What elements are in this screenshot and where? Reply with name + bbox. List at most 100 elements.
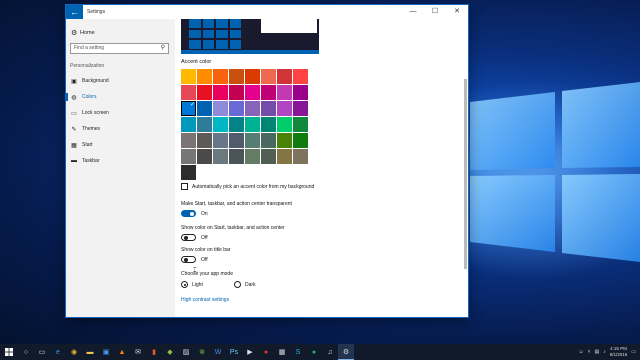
home-link[interactable]: ⚙ Home — [71, 29, 95, 37]
color-swatch[interactable] — [293, 69, 308, 84]
color-swatch[interactable] — [245, 149, 260, 164]
color-swatch[interactable] — [181, 165, 196, 180]
scrollbar[interactable] — [464, 23, 467, 313]
people-icon[interactable]: ☺ — [578, 349, 583, 355]
color-swatch[interactable] — [213, 69, 228, 84]
game-icon[interactable]: ◆ — [162, 344, 178, 360]
color-swatch[interactable] — [213, 117, 228, 132]
color-swatch[interactable] — [293, 117, 308, 132]
sidebar-item-taskbar[interactable]: ▬ Taskbar — [66, 154, 175, 168]
cortana-icon[interactable]: ○ — [18, 344, 34, 360]
notifications-icon[interactable]: ▭ — [631, 349, 636, 355]
color-swatch[interactable] — [197, 85, 212, 100]
color-swatch[interactable] — [197, 101, 212, 116]
color-swatch[interactable] — [197, 133, 212, 148]
sidebar-item-themes[interactable]: ✎ Themes — [66, 122, 175, 136]
chevron-up-icon[interactable]: ˄ — [588, 349, 591, 355]
search-input[interactable]: Find a setting ⚲ — [70, 43, 169, 54]
color-swatch[interactable] — [277, 69, 292, 84]
color-swatch[interactable] — [245, 117, 260, 132]
sidebar-item-colors[interactable]: ◍ Colors — [66, 90, 175, 104]
color-swatch[interactable] — [277, 133, 292, 148]
color-swatch[interactable] — [213, 101, 228, 116]
color-swatch[interactable] — [261, 149, 276, 164]
color-swatch[interactable] — [277, 85, 292, 100]
color-swatch[interactable] — [277, 101, 292, 116]
color-swatch[interactable] — [245, 69, 260, 84]
color-swatch[interactable] — [293, 85, 308, 100]
checkbox-box[interactable] — [181, 183, 188, 190]
back-button[interactable]: ← — [66, 5, 83, 19]
color-swatch[interactable] — [197, 117, 212, 132]
settings-icon[interactable]: ⚙ — [338, 344, 354, 360]
vlc-icon[interactable]: ▲ — [114, 344, 130, 360]
color-swatch[interactable] — [229, 133, 244, 148]
volume-icon[interactable]: ♪ — [603, 349, 606, 355]
color-swatch[interactable] — [229, 117, 244, 132]
task-view-icon[interactable]: ▭ — [34, 344, 50, 360]
color-swatch[interactable] — [245, 85, 260, 100]
photos-icon[interactable]: ▨ — [178, 344, 194, 360]
media-icon[interactable]: ▶ — [242, 344, 258, 360]
sidebar-item-lock-screen[interactable]: ▭ Lock screen — [66, 106, 175, 120]
color-swatch[interactable] — [213, 133, 228, 148]
show-color-title-toggle[interactable]: Off — [181, 256, 208, 263]
record-icon[interactable]: ● — [258, 344, 274, 360]
toggle-switch[interactable] — [181, 234, 196, 241]
color-swatch[interactable] — [293, 101, 308, 116]
color-swatch[interactable] — [213, 85, 228, 100]
auto-pick-checkbox[interactable]: Automatically pick an accent color from … — [181, 183, 314, 190]
color-swatch[interactable] — [229, 101, 244, 116]
minimize-button[interactable]: — — [402, 5, 424, 19]
color-swatch[interactable] — [245, 101, 260, 116]
clock[interactable]: 4:15 PM 8/1/2016 — [610, 346, 628, 358]
color-swatch[interactable] — [197, 69, 212, 84]
file-explorer-icon[interactable]: ▬ — [82, 344, 98, 360]
store-icon[interactable]: ▣ — [98, 344, 114, 360]
toggle-switch[interactable] — [181, 210, 196, 217]
color-swatch[interactable] — [181, 69, 196, 84]
photoshop-icon[interactable]: Ps — [226, 344, 242, 360]
scrollbar-thumb[interactable] — [464, 79, 467, 269]
xbox-icon[interactable]: ⊗ — [194, 344, 210, 360]
color-swatch[interactable] — [181, 133, 196, 148]
toggle-switch[interactable] — [181, 256, 196, 263]
color-swatch[interactable] — [181, 85, 196, 100]
color-swatch[interactable] — [229, 149, 244, 164]
color-swatch[interactable] — [181, 149, 196, 164]
color-swatch[interactable] — [229, 69, 244, 84]
close-button[interactable]: ✕ — [446, 5, 468, 19]
sidebar-item-background[interactable]: ▣ Background — [66, 74, 175, 88]
skype-icon[interactable]: S — [290, 344, 306, 360]
color-swatch[interactable] — [197, 149, 212, 164]
color-swatch[interactable] — [293, 149, 308, 164]
sidebar-item-start[interactable]: ▦ Start — [66, 138, 175, 152]
word-icon[interactable]: W — [210, 344, 226, 360]
maximize-button[interactable]: ☐ — [424, 5, 446, 19]
edge-icon[interactable]: e — [50, 344, 66, 360]
color-swatch[interactable] — [261, 69, 276, 84]
color-swatch[interactable] — [181, 101, 196, 116]
spotify-icon[interactable]: ● — [306, 344, 322, 360]
music-icon[interactable]: ♫ — [322, 344, 338, 360]
color-swatch[interactable] — [245, 133, 260, 148]
color-swatch[interactable] — [261, 117, 276, 132]
color-swatch[interactable] — [277, 149, 292, 164]
color-swatch[interactable] — [261, 101, 276, 116]
radio-button[interactable] — [234, 281, 241, 288]
color-swatch[interactable] — [261, 85, 276, 100]
chrome-icon[interactable]: ◉ — [66, 344, 82, 360]
color-swatch[interactable] — [213, 149, 228, 164]
color-swatch[interactable] — [181, 117, 196, 132]
high-contrast-link[interactable]: High contrast settings — [181, 297, 229, 303]
office-icon[interactable]: ▮ — [146, 344, 162, 360]
start-button[interactable] — [0, 344, 18, 360]
color-swatch[interactable] — [229, 85, 244, 100]
light-mode-radio[interactable]: Light — [181, 281, 203, 288]
show-color-start-toggle[interactable]: Off — [181, 234, 208, 241]
transparency-toggle[interactable]: On — [181, 210, 208, 217]
calculator-icon[interactable]: ▦ — [274, 344, 290, 360]
color-swatch[interactable] — [261, 133, 276, 148]
network-icon[interactable]: ▤ — [595, 349, 600, 355]
color-swatch[interactable] — [277, 117, 292, 132]
